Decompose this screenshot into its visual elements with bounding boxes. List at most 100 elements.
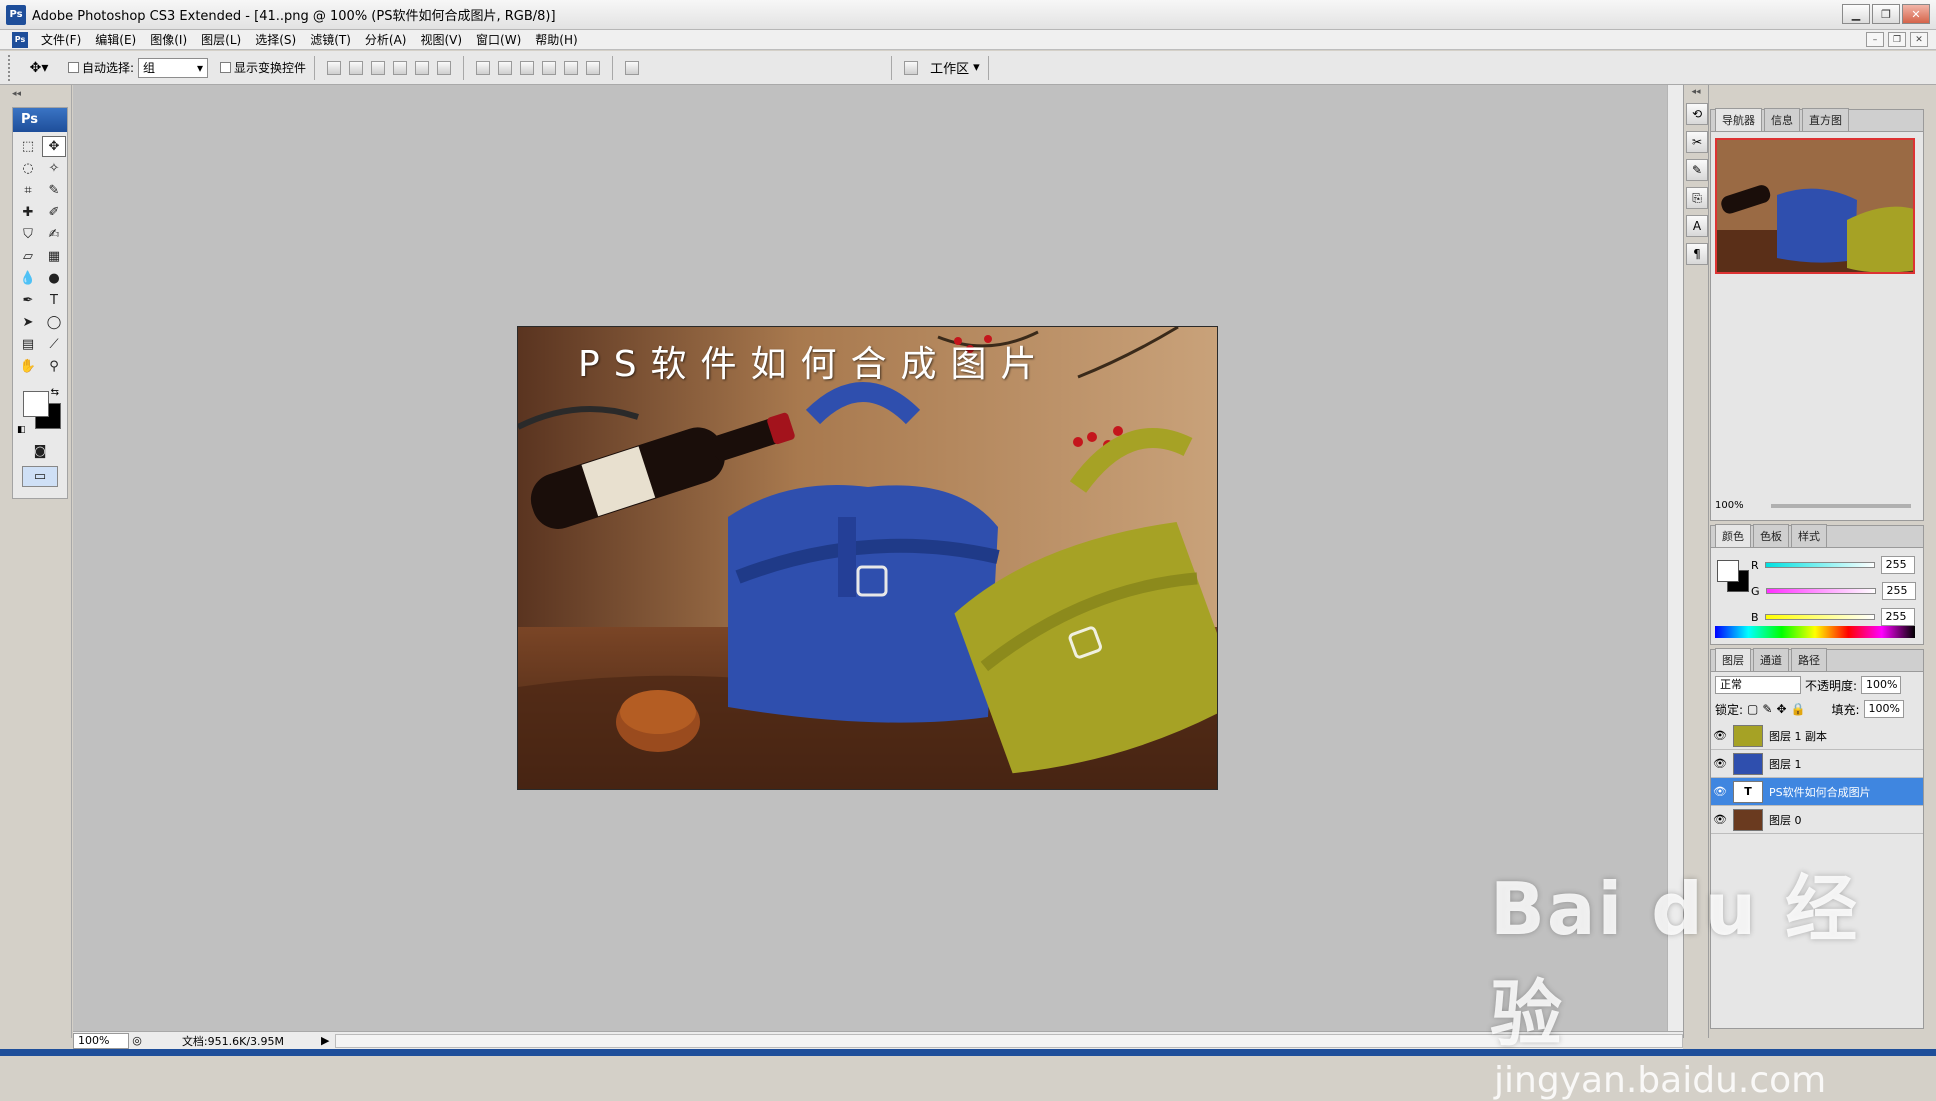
- eyedropper-tool-icon[interactable]: ⟋: [42, 334, 66, 355]
- lock-position-icon[interactable]: ✥: [1776, 702, 1786, 716]
- menu-view[interactable]: 视图(V): [413, 30, 469, 50]
- doc-restore-button[interactable]: ❐: [1888, 32, 1906, 47]
- paragraph-panel-icon[interactable]: ¶: [1686, 243, 1708, 265]
- tab-histogram[interactable]: 直方图: [1802, 108, 1849, 131]
- zoom-tool-icon[interactable]: ⚲: [42, 356, 66, 377]
- history-brush-tool-icon[interactable]: ✍: [42, 224, 66, 245]
- distribute-top-icon[interactable]: [476, 60, 491, 75]
- align-bottom-icon[interactable]: [371, 60, 386, 75]
- marquee-tool-icon[interactable]: ⬚: [16, 136, 40, 157]
- slice-tool-icon[interactable]: ✎: [42, 180, 66, 201]
- layer-row[interactable]: 👁 图层 0: [1711, 806, 1923, 834]
- pen-tool-icon[interactable]: ✒: [16, 290, 40, 311]
- menu-window[interactable]: 窗口(W): [469, 30, 528, 50]
- opacity-field[interactable]: 100%: [1861, 676, 1902, 694]
- bridge-icon[interactable]: [904, 60, 919, 75]
- options-grip[interactable]: [8, 54, 14, 81]
- healing-brush-tool-icon[interactable]: ✚: [16, 202, 40, 223]
- gradient-tool-icon[interactable]: ▦: [42, 246, 66, 267]
- distribute-hcenter-icon[interactable]: [564, 60, 579, 75]
- notes-tool-icon[interactable]: ▤: [16, 334, 40, 355]
- menu-layer[interactable]: 图层(L): [194, 30, 248, 50]
- lasso-tool-icon[interactable]: ◌: [16, 158, 40, 179]
- blend-mode-select[interactable]: 正常: [1715, 676, 1801, 694]
- slider-r[interactable]: [1764, 562, 1875, 568]
- show-transform-checkbox[interactable]: 显示变换控件: [220, 59, 306, 76]
- tab-navigator[interactable]: 导航器: [1715, 108, 1762, 131]
- color-fg-swatch[interactable]: [1717, 560, 1739, 582]
- tab-color[interactable]: 颜色: [1715, 524, 1751, 547]
- zoom-field[interactable]: 100%: [73, 1032, 129, 1049]
- tab-swatches[interactable]: 色板: [1753, 524, 1789, 547]
- layer-row[interactable]: 👁 T PS软件如何合成图片: [1711, 778, 1923, 806]
- brush-tool-icon[interactable]: ✐: [42, 202, 66, 223]
- value-r[interactable]: 255: [1880, 556, 1915, 574]
- tool-presets-icon[interactable]: ✎: [1686, 159, 1708, 181]
- doc-close-button[interactable]: ✕: [1910, 32, 1928, 47]
- tab-paths[interactable]: 路径: [1791, 648, 1827, 671]
- tab-styles[interactable]: 样式: [1791, 524, 1827, 547]
- tab-layers[interactable]: 图层: [1715, 648, 1751, 671]
- align-hcenter-icon[interactable]: [415, 60, 430, 75]
- navigator-zoom-value[interactable]: 100%: [1715, 500, 1744, 511]
- color-spectrum-bar[interactable]: [1715, 626, 1915, 638]
- blur-tool-icon[interactable]: 💧: [16, 268, 40, 289]
- distribute-right-icon[interactable]: [586, 60, 601, 75]
- status-arrow-icon[interactable]: ▶: [321, 1034, 335, 1047]
- menu-filter[interactable]: 滤镜(T): [303, 30, 358, 50]
- clone-stamp-tool-icon[interactable]: ⛉: [16, 224, 40, 245]
- crop-tool-icon[interactable]: ⌗: [16, 180, 40, 201]
- slider-b[interactable]: [1764, 614, 1875, 620]
- navigator-thumbnail[interactable]: [1715, 138, 1915, 274]
- swap-colors-icon[interactable]: ⇆: [51, 387, 59, 398]
- align-right-icon[interactable]: [437, 60, 452, 75]
- quick-mask-icon[interactable]: ◙: [28, 441, 52, 462]
- fill-field[interactable]: 100%: [1863, 700, 1904, 718]
- align-left-icon[interactable]: [393, 60, 408, 75]
- eye-icon[interactable]: 👁: [1711, 757, 1729, 770]
- lock-transparent-icon[interactable]: ▢: [1747, 702, 1758, 716]
- navigator-zoom-slider[interactable]: [1771, 504, 1911, 508]
- magic-wand-tool-icon[interactable]: ✧: [42, 158, 66, 179]
- horizontal-scrollbar[interactable]: [335, 1033, 1683, 1048]
- maximize-button[interactable]: ❐: [1872, 4, 1900, 24]
- menu-help[interactable]: 帮助(H): [528, 30, 584, 50]
- lock-all-icon[interactable]: 🔒: [1791, 702, 1806, 716]
- clone-source-icon[interactable]: ⎘: [1686, 187, 1708, 209]
- auto-select-checkbox[interactable]: 自动选择:: [68, 59, 134, 76]
- value-g[interactable]: 255: [1881, 582, 1916, 600]
- lock-image-icon[interactable]: ✎: [1762, 702, 1772, 716]
- path-selection-tool-icon[interactable]: ➤: [16, 312, 40, 333]
- eye-icon[interactable]: 👁: [1711, 785, 1729, 798]
- align-vcenter-icon[interactable]: [349, 60, 364, 75]
- menu-image[interactable]: 图像(I): [143, 30, 194, 50]
- history-panel-icon[interactable]: ⟲: [1686, 103, 1708, 125]
- dodge-tool-icon[interactable]: ●: [42, 268, 66, 289]
- eye-icon[interactable]: 👁: [1711, 729, 1729, 742]
- document-image[interactable]: PS软件如何合成图片: [517, 326, 1218, 790]
- align-top-icon[interactable]: [327, 60, 342, 75]
- value-b[interactable]: 255: [1880, 608, 1915, 626]
- close-button[interactable]: ✕: [1902, 4, 1930, 24]
- layer-row[interactable]: 👁 图层 1 副本: [1711, 722, 1923, 750]
- menu-file[interactable]: 文件(F): [34, 30, 88, 50]
- distribute-vcenter-icon[interactable]: [498, 60, 513, 75]
- distribute-left-icon[interactable]: [542, 60, 557, 75]
- hand-tool-icon[interactable]: ✋: [16, 356, 40, 377]
- move-tool-preset-icon[interactable]: ✥▾: [22, 56, 56, 80]
- layer-row[interactable]: 👁 图层 1: [1711, 750, 1923, 778]
- canvas-vertical-scrollbar[interactable]: [1667, 85, 1683, 1031]
- workspace-button[interactable]: 工作区 ▾: [930, 58, 980, 77]
- menu-analysis[interactable]: 分析(A): [358, 30, 414, 50]
- foreground-color-swatch[interactable]: [23, 391, 49, 417]
- tab-info[interactable]: 信息: [1764, 108, 1800, 131]
- character-panel-icon[interactable]: A: [1686, 215, 1708, 237]
- shape-tool-icon[interactable]: ◯: [42, 312, 66, 333]
- type-tool-icon[interactable]: T: [42, 290, 66, 311]
- move-tool-icon[interactable]: ✥: [42, 136, 66, 157]
- collapse-icons-icon[interactable]: ◂◂: [1684, 87, 1708, 97]
- eye-icon[interactable]: 👁: [1711, 813, 1729, 826]
- slider-g[interactable]: [1765, 588, 1876, 594]
- distribute-bottom-icon[interactable]: [520, 60, 535, 75]
- menu-edit[interactable]: 编辑(E): [88, 30, 143, 50]
